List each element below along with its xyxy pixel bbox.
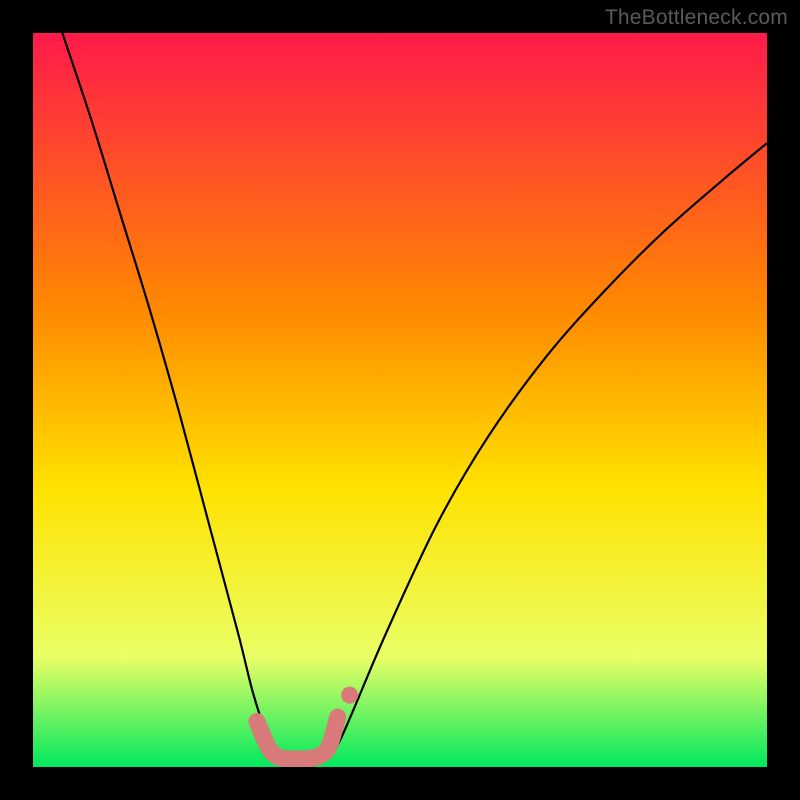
gradient-background bbox=[33, 33, 767, 767]
watermark-text: TheBottleneck.com bbox=[605, 6, 788, 30]
chart-container: TheBottleneck.com bbox=[0, 0, 800, 800]
chart-svg bbox=[33, 33, 767, 767]
plot-area bbox=[33, 33, 767, 767]
